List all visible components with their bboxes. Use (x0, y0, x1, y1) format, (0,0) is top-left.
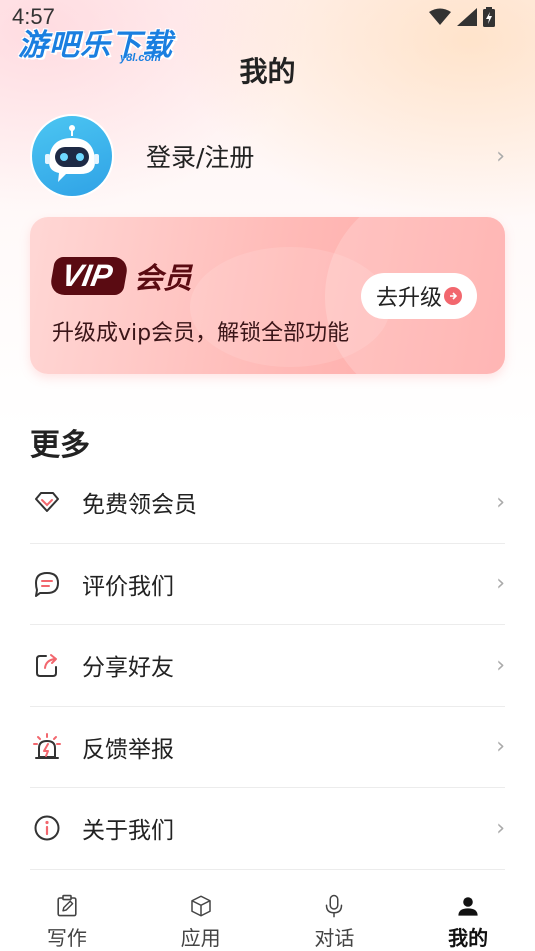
menu-item-label: 分享好友 (82, 655, 174, 682)
avatar[interactable] (30, 114, 114, 198)
chevron-right-icon: › (496, 815, 505, 841)
section-title-more: 更多 (30, 428, 90, 463)
info-icon (30, 811, 64, 845)
chevron-right-icon: › (496, 734, 505, 760)
signal-icon (457, 8, 477, 26)
robot-avatar-icon (45, 125, 99, 182)
arrow-right-icon (444, 287, 462, 305)
tab-label: 应用 (180, 926, 221, 950)
wifi-icon (429, 8, 451, 25)
chevron-right-icon: › (496, 652, 505, 678)
upgrade-label: 去升级 (375, 286, 442, 311)
tab-write[interactable]: 写作 (0, 886, 134, 951)
edit-icon (57, 894, 77, 917)
more-menu-list: 免费领会员 › 评价我们 › 分享好友 › 反馈举报 › 关于我们 › (30, 462, 505, 870)
vip-card[interactable]: VIP 会员 升级成vip会员，解锁全部功能 去升级 (30, 217, 505, 374)
chevron-right-icon: › (496, 143, 505, 169)
menu-item-label: 关于我们 (82, 818, 174, 845)
cube-icon (190, 895, 211, 917)
menu-item-share[interactable]: 分享好友 › (30, 625, 505, 707)
bottom-tab-bar: 写作 应用 对话 我的 (0, 886, 535, 951)
chevron-right-icon: › (496, 571, 505, 597)
microphone-icon (326, 894, 343, 918)
vip-description: 升级成vip会员，解锁全部功能 (52, 321, 350, 346)
menu-item-feedback[interactable]: 反馈举报 › (30, 707, 505, 788)
menu-item-rate-us[interactable]: 评价我们 › (30, 544, 505, 625)
tab-apps[interactable]: 应用 (134, 886, 268, 951)
chevron-right-icon: › (496, 489, 505, 515)
tab-label: 写作 (46, 926, 87, 950)
vip-logo: VIP 会员 (48, 255, 192, 297)
menu-item-about[interactable]: 关于我们 › (30, 788, 505, 870)
chat-bubble-icon (30, 567, 64, 601)
vip-title: 会员 (133, 261, 192, 295)
diamond-icon (30, 485, 64, 519)
tab-label: 我的 (448, 926, 489, 950)
person-icon (458, 897, 478, 916)
login-register-row[interactable]: 登录/注册 › (30, 113, 505, 199)
share-icon (30, 648, 64, 682)
menu-item-label: 免费领会员 (82, 492, 197, 519)
tab-label: 对话 (314, 926, 355, 950)
page-title: 我的 (239, 55, 296, 88)
alarm-icon (30, 730, 64, 764)
vip-card-decoration (190, 247, 390, 367)
vip-badge: VIP (48, 257, 130, 295)
login-register-label[interactable]: 登录/注册 (146, 138, 254, 174)
status-icons (429, 7, 495, 27)
upgrade-button[interactable]: 去升级 (361, 273, 477, 319)
battery-icon (483, 7, 495, 27)
menu-item-free-vip[interactable]: 免费领会员 › (30, 462, 505, 544)
menu-item-label: 评价我们 (82, 573, 174, 600)
tab-mine[interactable]: 我的 (401, 886, 535, 951)
tab-chat[interactable]: 对话 (268, 886, 402, 951)
menu-item-label: 反馈举报 (82, 736, 174, 763)
